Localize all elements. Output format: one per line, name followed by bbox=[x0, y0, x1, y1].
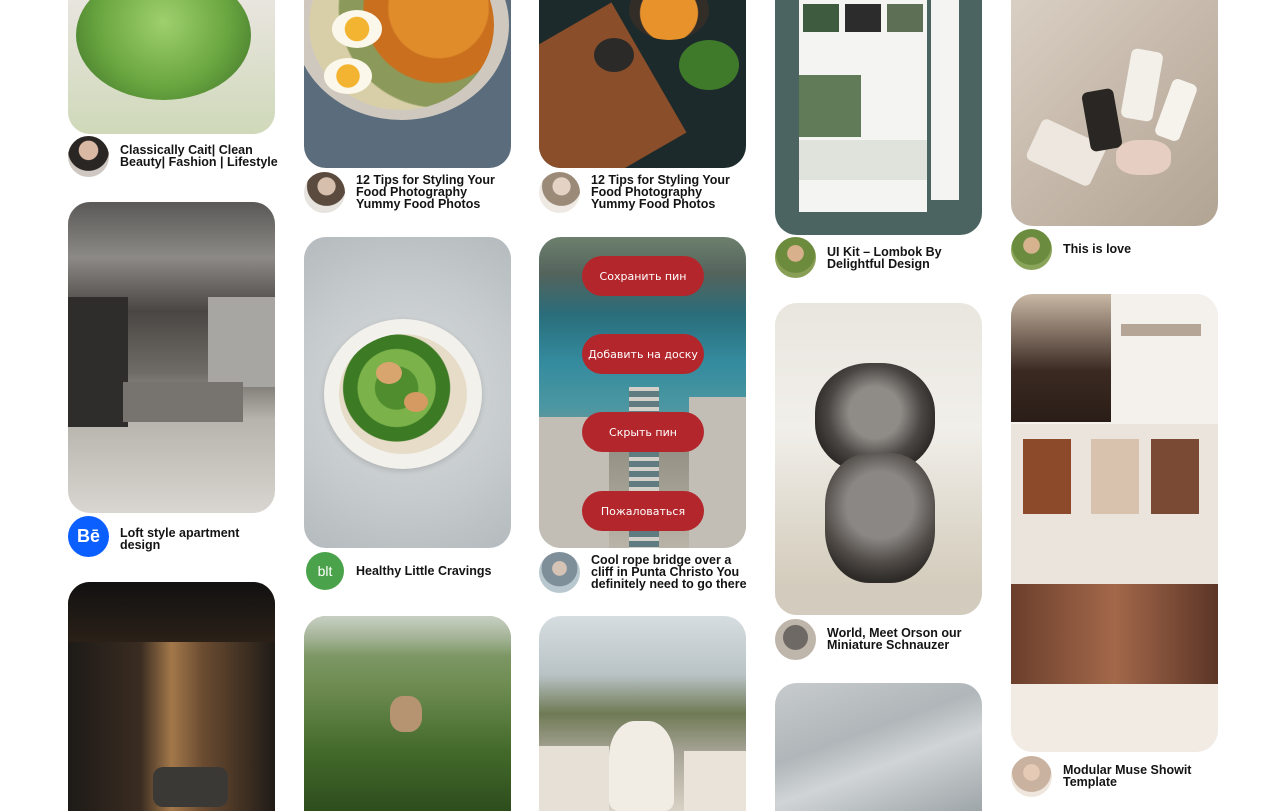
pin-image[interactable] bbox=[68, 582, 275, 811]
pin-image[interactable] bbox=[775, 0, 982, 235]
pin-image[interactable] bbox=[539, 0, 746, 168]
pin-image[interactable]: Сохранить пин Добавить на доску Скрыть п… bbox=[539, 237, 746, 548]
avatar[interactable] bbox=[775, 619, 816, 660]
avatar[interactable] bbox=[1011, 756, 1052, 797]
pin-image[interactable] bbox=[1011, 294, 1218, 752]
behance-avatar[interactable]: Bē bbox=[68, 516, 109, 557]
pin-image[interactable] bbox=[304, 237, 511, 548]
pin-image[interactable] bbox=[775, 683, 982, 811]
avatar[interactable]: blt bbox=[306, 552, 344, 590]
avatar[interactable] bbox=[775, 237, 816, 278]
avatar[interactable] bbox=[304, 172, 345, 213]
pin-title[interactable]: 12 Tips for Styling Your Food Photograph… bbox=[591, 174, 749, 211]
pin-image[interactable] bbox=[304, 616, 511, 811]
pin-image[interactable] bbox=[68, 202, 275, 513]
pin-image[interactable] bbox=[304, 0, 511, 168]
save-pin-button[interactable]: Сохранить пин bbox=[582, 256, 704, 296]
avatar[interactable] bbox=[1011, 229, 1052, 270]
pin-title[interactable]: UI Kit – Lombok By Delightful Design bbox=[827, 246, 985, 271]
hide-pin-button[interactable]: Скрыть пин bbox=[582, 412, 704, 452]
pin-image[interactable] bbox=[1011, 0, 1218, 226]
pin-title[interactable]: Healthy Little Cravings bbox=[356, 565, 514, 578]
pin-title[interactable]: World, Meet Orson our Miniature Schnauze… bbox=[827, 627, 985, 652]
pin-title[interactable]: This is love bbox=[1063, 243, 1221, 256]
report-pin-button[interactable]: Пожаловаться bbox=[582, 491, 704, 531]
pin-title[interactable]: 12 Tips for Styling Your Food Photograph… bbox=[356, 174, 514, 211]
pin-title[interactable]: Cool rope bridge over a cliff in Punta C… bbox=[591, 554, 749, 591]
avatar[interactable] bbox=[68, 136, 109, 177]
pin-title[interactable]: Classically Cait| Clean Beauty| Fashion … bbox=[120, 144, 278, 169]
pin-title[interactable]: Loft style apartment design bbox=[120, 527, 278, 552]
pin-image[interactable] bbox=[539, 616, 746, 811]
pin-title[interactable]: Modular Muse Showit Template bbox=[1063, 764, 1221, 789]
pin-image[interactable] bbox=[775, 303, 982, 615]
avatar[interactable] bbox=[539, 172, 580, 213]
avatar[interactable] bbox=[539, 552, 580, 593]
pin-image[interactable] bbox=[68, 0, 275, 134]
add-to-board-button[interactable]: Добавить на доску bbox=[582, 334, 704, 374]
